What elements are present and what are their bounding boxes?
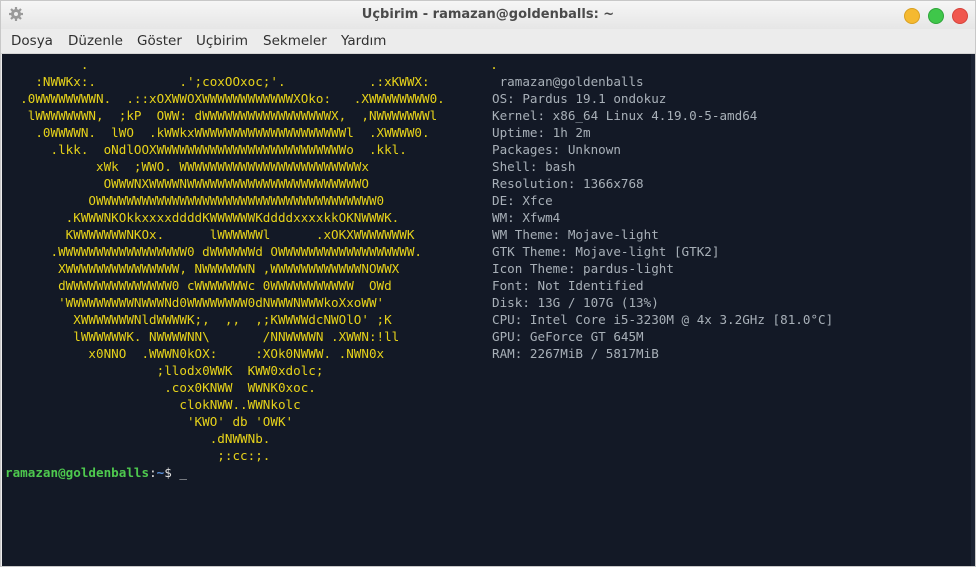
ascii-logo-line: . .	[5, 57, 498, 72]
window-title: Uçbirim - ramazan@goldenballs: ~	[361, 7, 615, 22]
close-button[interactable]	[952, 8, 968, 24]
menu-help[interactable]: Yardım	[341, 33, 386, 49]
ascii-logo-line: XWWWWWWWWWWWWWWW, NWWWWWWN ,WWWWWWWWWWWW…	[5, 261, 400, 276]
ascii-logo-line: .KWWWNKOkkxxxxddddKWWWWWWKddddxxxxkkOKNW…	[5, 210, 400, 225]
prompt-user: ramazan@goldenballs	[5, 465, 150, 480]
terminal-window: Uçbirim - ramazan@goldenballs: ~ Dosya D…	[0, 0, 976, 567]
ascii-logo-line: .dNWWNb.	[5, 431, 271, 446]
menu-file[interactable]: Dosya	[11, 33, 53, 49]
ascii-logo-line: dWWWWWWWWWWWWWW0 cWWWWWWWc 0WWWWWWWWWWW …	[5, 278, 392, 293]
ascii-logo-line: .WWWWWWWWWWWWWWWWW0 dWWWWWWd OWWWWWWWWWW…	[5, 244, 423, 259]
sysinfo-line: Kernel: x86_64 Linux 4.19.0-5-amd64	[492, 108, 758, 123]
ascii-logo-line: XWWWWWWWNldWWWWK;, ,, ,;KWWWWdcNWOlO' ;K	[5, 312, 392, 327]
menu-bar: Dosya Düzenle Göster Uçbirim Sekmeler Ya…	[1, 29, 975, 54]
ascii-logo-line: KWWWWWWWNKOx. lWWWWWWl .xOKXWWWWWWWK	[5, 227, 415, 242]
prompt-symbol: $	[164, 465, 180, 480]
ascii-logo-line: x0NNO .WWWN0kOX: :XOk0NWWW. .NWN0x	[5, 346, 385, 361]
sysinfo-line: WM Theme: Mojave-light	[492, 227, 659, 242]
sysinfo-line: GTK Theme: Mojave-light [GTK2]	[492, 244, 720, 259]
title-bar[interactable]: Uçbirim - ramazan@goldenballs: ~	[1, 1, 975, 29]
terminal-area[interactable]: . . :NWWKx:. .';coxOOxoc;'. .:xKWWX: .0W…	[2, 54, 975, 566]
menu-terminal[interactable]: Uçbirim	[196, 33, 248, 49]
sysinfo-line: Icon Theme: pardus-light	[492, 261, 674, 276]
ascii-logo-line: .lkk. oNdlOOXWWWWWWWWWWWWWWWWWWWWWWWWWo …	[5, 142, 407, 157]
sysinfo-line: WM: Xfwm4	[492, 210, 561, 225]
ascii-logo-line: xWk ;WWO. WWWWWWWWWWWWWWWWWWWWWWWWx	[5, 159, 369, 174]
ascii-logo-line: ;:cc:;.	[5, 448, 271, 463]
ascii-logo-line: 'KWO' db 'OWK'	[5, 414, 294, 429]
sysinfo-header: ramazan@goldenballs	[492, 74, 644, 89]
ascii-logo-line: .cox0KNWW WWNK0xoc.	[5, 380, 316, 395]
scrollbar[interactable]	[971, 54, 975, 566]
sysinfo-line: Disk: 13G / 107G (13%)	[492, 295, 659, 310]
minimize-button[interactable]	[904, 8, 920, 24]
sysinfo-line: DE: Xfce	[492, 193, 553, 208]
ascii-logo: . . :NWWKx:. .';coxOOxoc;'. .:xKWWX: .0W…	[5, 56, 498, 464]
ascii-logo-line: :NWWKx:. .';coxOOxoc;'. .:xKWWX:	[5, 74, 430, 89]
menu-tabs[interactable]: Sekmeler	[263, 33, 327, 49]
sysinfo-line: Resolution: 1366x768	[492, 176, 644, 191]
sysinfo-line: Font: Not Identified	[492, 278, 644, 293]
ascii-logo-line: clokNWW..WWNkolc	[5, 397, 301, 412]
menu-view[interactable]: Göster	[137, 33, 182, 49]
prompt-colon: :	[149, 465, 157, 480]
ascii-logo-line: lWWWWWWK. NWWWWNN\ /NNWWWWN .XWWN:!ll	[5, 329, 400, 344]
sysinfo-line: Shell: bash	[492, 159, 576, 174]
system-info: ramazan@goldenballs OS: Pardus 19.1 ondo…	[492, 73, 833, 362]
sysinfo-line: Packages: Unknown	[492, 142, 621, 157]
ascii-logo-line: .0WWWWN. lWO .kWWkxWWWWWWWWWWWWWWWWWWWWl…	[5, 125, 430, 140]
ascii-logo-line: OWWWNXWWWWNWWWWWWWWWWWWWWWWWWWWWWWO	[5, 176, 369, 191]
ascii-logo-line: 'WWWWWWWWWNWWWNd0WWWWWWWW0dNWWWNWWWkoXxo…	[5, 295, 385, 310]
sysinfo-line: GPU: GeForce GT 645M	[492, 329, 644, 344]
maximize-button[interactable]	[928, 8, 944, 24]
ascii-logo-line: .0WWWWWWWWN. .::xOXWWOXWWWWWWWWWWWWXOko:…	[5, 91, 445, 106]
ascii-logo-line: ;llodx0WWK KWW0xdolc;	[5, 363, 324, 378]
sysinfo-line: CPU: Intel Core i5-3230M @ 4x 3.2GHz [81…	[492, 312, 834, 327]
text-cursor: _	[179, 465, 188, 480]
ascii-logo-line: OWWWWWWWWWWWWWWWWWWWWWWWWWWWWWWWWWWWWW0	[5, 193, 385, 208]
menu-edit[interactable]: Düzenle	[68, 33, 123, 49]
sysinfo-line: OS: Pardus 19.1 ondokuz	[492, 91, 667, 106]
sysinfo-line: RAM: 2267MiB / 5817MiB	[492, 346, 659, 361]
sysinfo-line: Uptime: 1h 2m	[492, 125, 591, 140]
shell-prompt[interactable]: ramazan@goldenballs:~$ _	[5, 464, 187, 481]
ascii-logo-line: lWWWWWWWN, ;kP OWW: dWWWWWWWWWWWWWWWWWX,…	[5, 108, 438, 123]
